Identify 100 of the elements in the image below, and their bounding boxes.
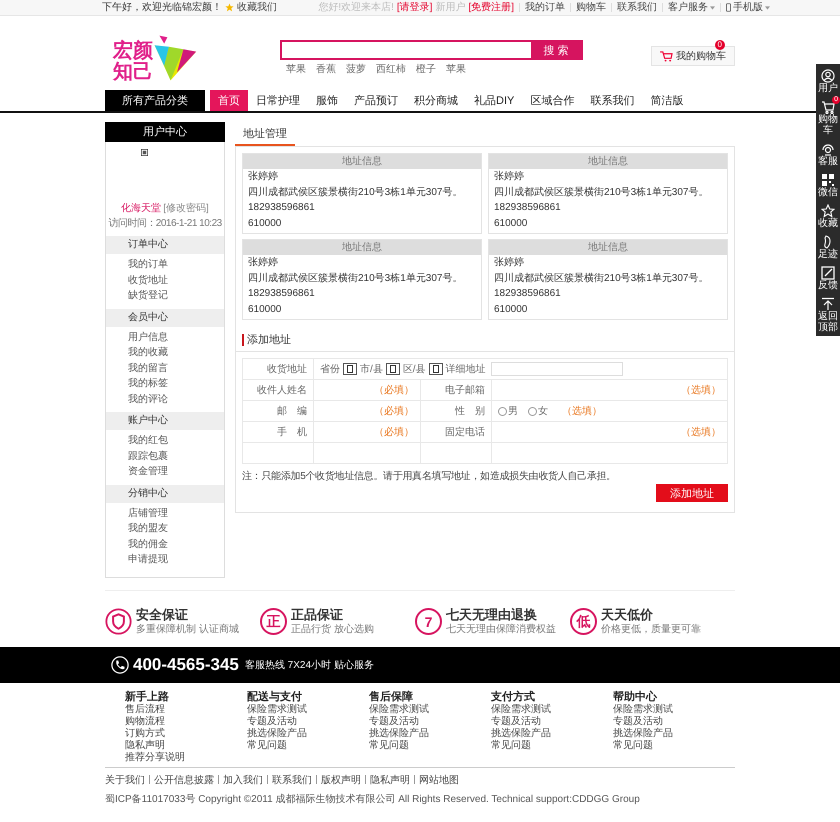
favorite-link[interactable]: 收藏我们 <box>237 2 277 14</box>
sidebar-link[interactable]: 资金管理 <box>106 464 224 480</box>
footer-link[interactable]: 公开信息披露 <box>154 772 214 786</box>
hot-word-link[interactable]: 香蕉 <box>316 62 336 76</box>
top-link[interactable]: 我的订单 <box>525 2 565 14</box>
footer-link[interactable]: 加入我们 <box>223 772 263 786</box>
footer-link[interactable]: 保险需求测试 <box>369 704 491 716</box>
sidebar-link[interactable]: 用户信息 <box>106 330 224 345</box>
footer-link[interactable]: 购物流程 <box>125 716 247 728</box>
visit-time-text: 访问时间：2016-1-21 10:23 <box>107 216 223 230</box>
nav-item[interactable]: 联系我们 <box>582 90 642 111</box>
cart-button[interactable]: 我的购物车 <box>651 46 735 66</box>
sidebar-link[interactable]: 收货地址 <box>106 272 224 288</box>
footer-link[interactable]: 挑选保险产品 <box>613 728 735 740</box>
footer-link[interactable]: 常见问题 <box>369 740 491 752</box>
footer-link[interactable]: 关于我们 <box>105 772 145 786</box>
footer-link[interactable]: 专题及活动 <box>247 716 369 728</box>
footer-link[interactable]: 售后流程 <box>125 704 247 716</box>
hot-word-link[interactable]: 橙子 <box>416 62 436 76</box>
hot-word-link[interactable]: 西红柿 <box>376 62 406 76</box>
nav-item[interactable]: 简洁版 <box>642 90 692 111</box>
category-menu[interactable]: 所有产品分类 <box>105 90 205 111</box>
city-select[interactable] <box>386 363 400 375</box>
nav-item[interactable]: 首页 <box>210 90 248 111</box>
sidebar-link[interactable]: 我的盟友 <box>106 521 224 536</box>
footer-link[interactable]: 挑选保险产品 <box>491 728 613 740</box>
copyright-text: 蜀ICP备11017033号 Copyright ©2011 成都福际生物技术有限公司 All Rights Reserved. Technical support:CDDGG Group <box>105 794 640 804</box>
footer-link[interactable]: 推荐分享说明 <box>125 752 247 764</box>
sidebar-link[interactable]: 跟踪包裹 <box>106 448 224 464</box>
sidebar-link[interactable]: 申请提现 <box>106 552 224 568</box>
top-link[interactable]: 购物车 <box>576 2 606 14</box>
star-icon <box>821 204 835 218</box>
toolbar-button[interactable]: 微信 <box>816 173 840 198</box>
footer-link[interactable]: 保险需求测试 <box>613 704 735 716</box>
broken-image-icon <box>141 149 148 156</box>
sidebar-link[interactable]: 我的佣金 <box>106 536 224 552</box>
nav-item[interactable]: 产品预订 <box>346 90 406 111</box>
sidebar-link[interactable]: 我的红包 <box>106 433 224 448</box>
footer-link[interactable]: 隐私声明 <box>370 772 410 786</box>
sidebar-link[interactable]: 我的收藏 <box>106 345 224 360</box>
footer-link[interactable]: 订购方式 <box>125 728 247 740</box>
sidebar-link[interactable]: 我的留言 <box>106 360 224 376</box>
footer-link[interactable]: 常见问题 <box>247 740 369 752</box>
section-heading: 会员中心 <box>106 308 224 326</box>
footer-link[interactable]: 常见问题 <box>491 740 613 752</box>
radio-button[interactable] <box>498 406 507 416</box>
province-select[interactable] <box>343 363 357 375</box>
footer-link[interactable]: 联系我们 <box>272 772 312 786</box>
sidebar-link[interactable]: 我的评论 <box>106 392 224 407</box>
hot-word-link[interactable]: 菠萝 <box>346 62 366 76</box>
feature-title: 七天无理由退换 <box>446 607 538 622</box>
top-link[interactable]: 手机版 <box>733 2 763 14</box>
nav-item[interactable]: 区域合作 <box>522 90 582 111</box>
footer-link[interactable]: 专题及活动 <box>613 716 735 728</box>
footer-link[interactable]: 保险需求测试 <box>491 704 613 716</box>
top-link[interactable]: 客户服务 <box>668 2 708 14</box>
sidebar-link[interactable]: 店铺管理 <box>106 506 224 521</box>
field-label: 详细地址 <box>446 362 486 376</box>
footer-link[interactable]: 网站地图 <box>419 772 459 786</box>
sidebar-link[interactable]: 缺货登记 <box>106 288 224 304</box>
add-address-button[interactable]: 添加地址 <box>656 484 728 502</box>
toolbar-button[interactable]: 收藏 <box>816 204 840 229</box>
top-link[interactable]: [请登录] <box>396 2 432 14</box>
sidebar-link[interactable]: 我的标签 <box>106 376 224 392</box>
top-link[interactable]: [免费注册] <box>468 2 514 14</box>
footer-link[interactable]: 隐私声明 <box>125 740 247 752</box>
nav-item[interactable]: 礼品DIY <box>466 90 522 111</box>
toolbar-button[interactable]: 返回顶部 <box>816 297 840 333</box>
district-select[interactable] <box>428 363 443 375</box>
top-link[interactable]: 联系我们 <box>617 2 657 14</box>
footer-link[interactable]: 版权声明 <box>321 772 361 786</box>
nav-item[interactable]: 日常护理 <box>248 90 308 111</box>
user-icon <box>821 69 835 83</box>
footer-link[interactable]: 挑选保险产品 <box>247 728 369 740</box>
field-label: 省份 <box>320 362 340 376</box>
hot-word-link[interactable]: 苹果 <box>446 62 466 76</box>
edit-icon <box>821 266 835 280</box>
field-label: 性 别 <box>454 406 485 417</box>
toolbar-button[interactable]: 客服 <box>816 142 840 167</box>
address-card: 地址信息 张婷婷 四川成都武侯区簇景横街210号3栋1单元307号。 182938596861 610000 <box>488 239 728 320</box>
username-text: 化海天堂 <box>121 203 162 214</box>
nav-item[interactable]: 服饰 <box>308 90 346 111</box>
headset-icon <box>821 142 835 156</box>
nav-item[interactable]: 积分商城 <box>406 90 466 111</box>
toolbar-button[interactable]: 用户 <box>816 69 840 94</box>
change-password-link[interactable]: [修改密码] <box>163 203 209 214</box>
logo-text[interactable]: 宏颜知己 <box>113 41 157 83</box>
footer-link[interactable]: 专题及活动 <box>369 716 491 728</box>
detail-address-field[interactable] <box>490 362 623 376</box>
hot-word-link[interactable]: 苹果 <box>286 62 306 76</box>
sidebar-link[interactable]: 我的订单 <box>106 257 224 272</box>
footer-link[interactable]: 挑选保险产品 <box>369 728 491 740</box>
radio-button[interactable] <box>528 406 537 416</box>
toolbar-button[interactable]: 反馈 <box>816 266 840 291</box>
footer-link[interactable]: 保险需求测试 <box>247 704 369 716</box>
tab[interactable]: 地址管理 <box>235 122 295 146</box>
footer-link[interactable]: 专题及活动 <box>491 716 613 728</box>
toolbar-button[interactable]: 足迹 <box>816 235 840 260</box>
footer-link[interactable]: 常见问题 <box>613 740 735 752</box>
sidebar-title: 用户中心 <box>105 122 225 142</box>
